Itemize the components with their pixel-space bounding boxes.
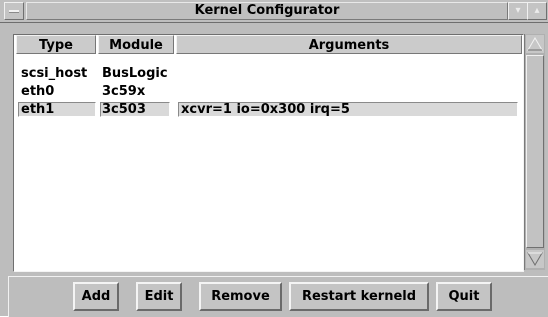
edit-button[interactable]: Edit (136, 282, 182, 311)
column-header-type[interactable]: Type (16, 35, 96, 54)
remove-button[interactable]: Remove (199, 282, 282, 311)
cell-module: 3c503 (102, 102, 146, 117)
maximize-icon[interactable]: ▴ (527, 2, 547, 20)
module-list[interactable]: Type Module Arguments scsi_host BusLogic… (13, 34, 524, 272)
window-title: Kernel Configurator (26, 2, 508, 20)
cell-module: 3c59x (102, 84, 146, 99)
column-header-arguments[interactable]: Arguments (176, 35, 522, 54)
cell-type: eth0 (21, 84, 55, 99)
window-menu-icon[interactable] (4, 2, 24, 20)
arrow-down-icon[interactable] (526, 250, 544, 268)
vertical-scrollbar[interactable] (524, 34, 545, 270)
minimize-icon[interactable]: ▾ (508, 2, 528, 20)
cell-type: scsi_host (21, 66, 88, 81)
button-bar: Add Edit Remove Restart kerneld Quit (8, 276, 548, 317)
scrollbar-thumb[interactable] (526, 55, 544, 248)
column-header-module[interactable]: Module (98, 35, 174, 54)
cell-module: BusLogic (102, 66, 168, 81)
list-row-selected[interactable]: eth1 3c503 xcvr=1 io=0x300 irq=5 (14, 101, 523, 119)
list-row[interactable]: scsi_host BusLogic (14, 65, 523, 83)
add-button[interactable]: Add (73, 282, 119, 311)
kernel-configurator-window: Kernel Configurator ▾ ▴ Type Module Argu… (0, 0, 548, 317)
cell-arguments: xcvr=1 io=0x300 irq=5 (181, 102, 350, 117)
title-bar[interactable]: Kernel Configurator ▾ ▴ (0, 0, 548, 23)
list-row[interactable]: eth0 3c59x (14, 83, 523, 101)
quit-button[interactable]: Quit (436, 282, 492, 311)
restart-kerneld-button[interactable]: Restart kerneld (289, 282, 429, 311)
arrow-up-icon[interactable] (526, 35, 544, 53)
cell-type: eth1 (21, 102, 55, 117)
